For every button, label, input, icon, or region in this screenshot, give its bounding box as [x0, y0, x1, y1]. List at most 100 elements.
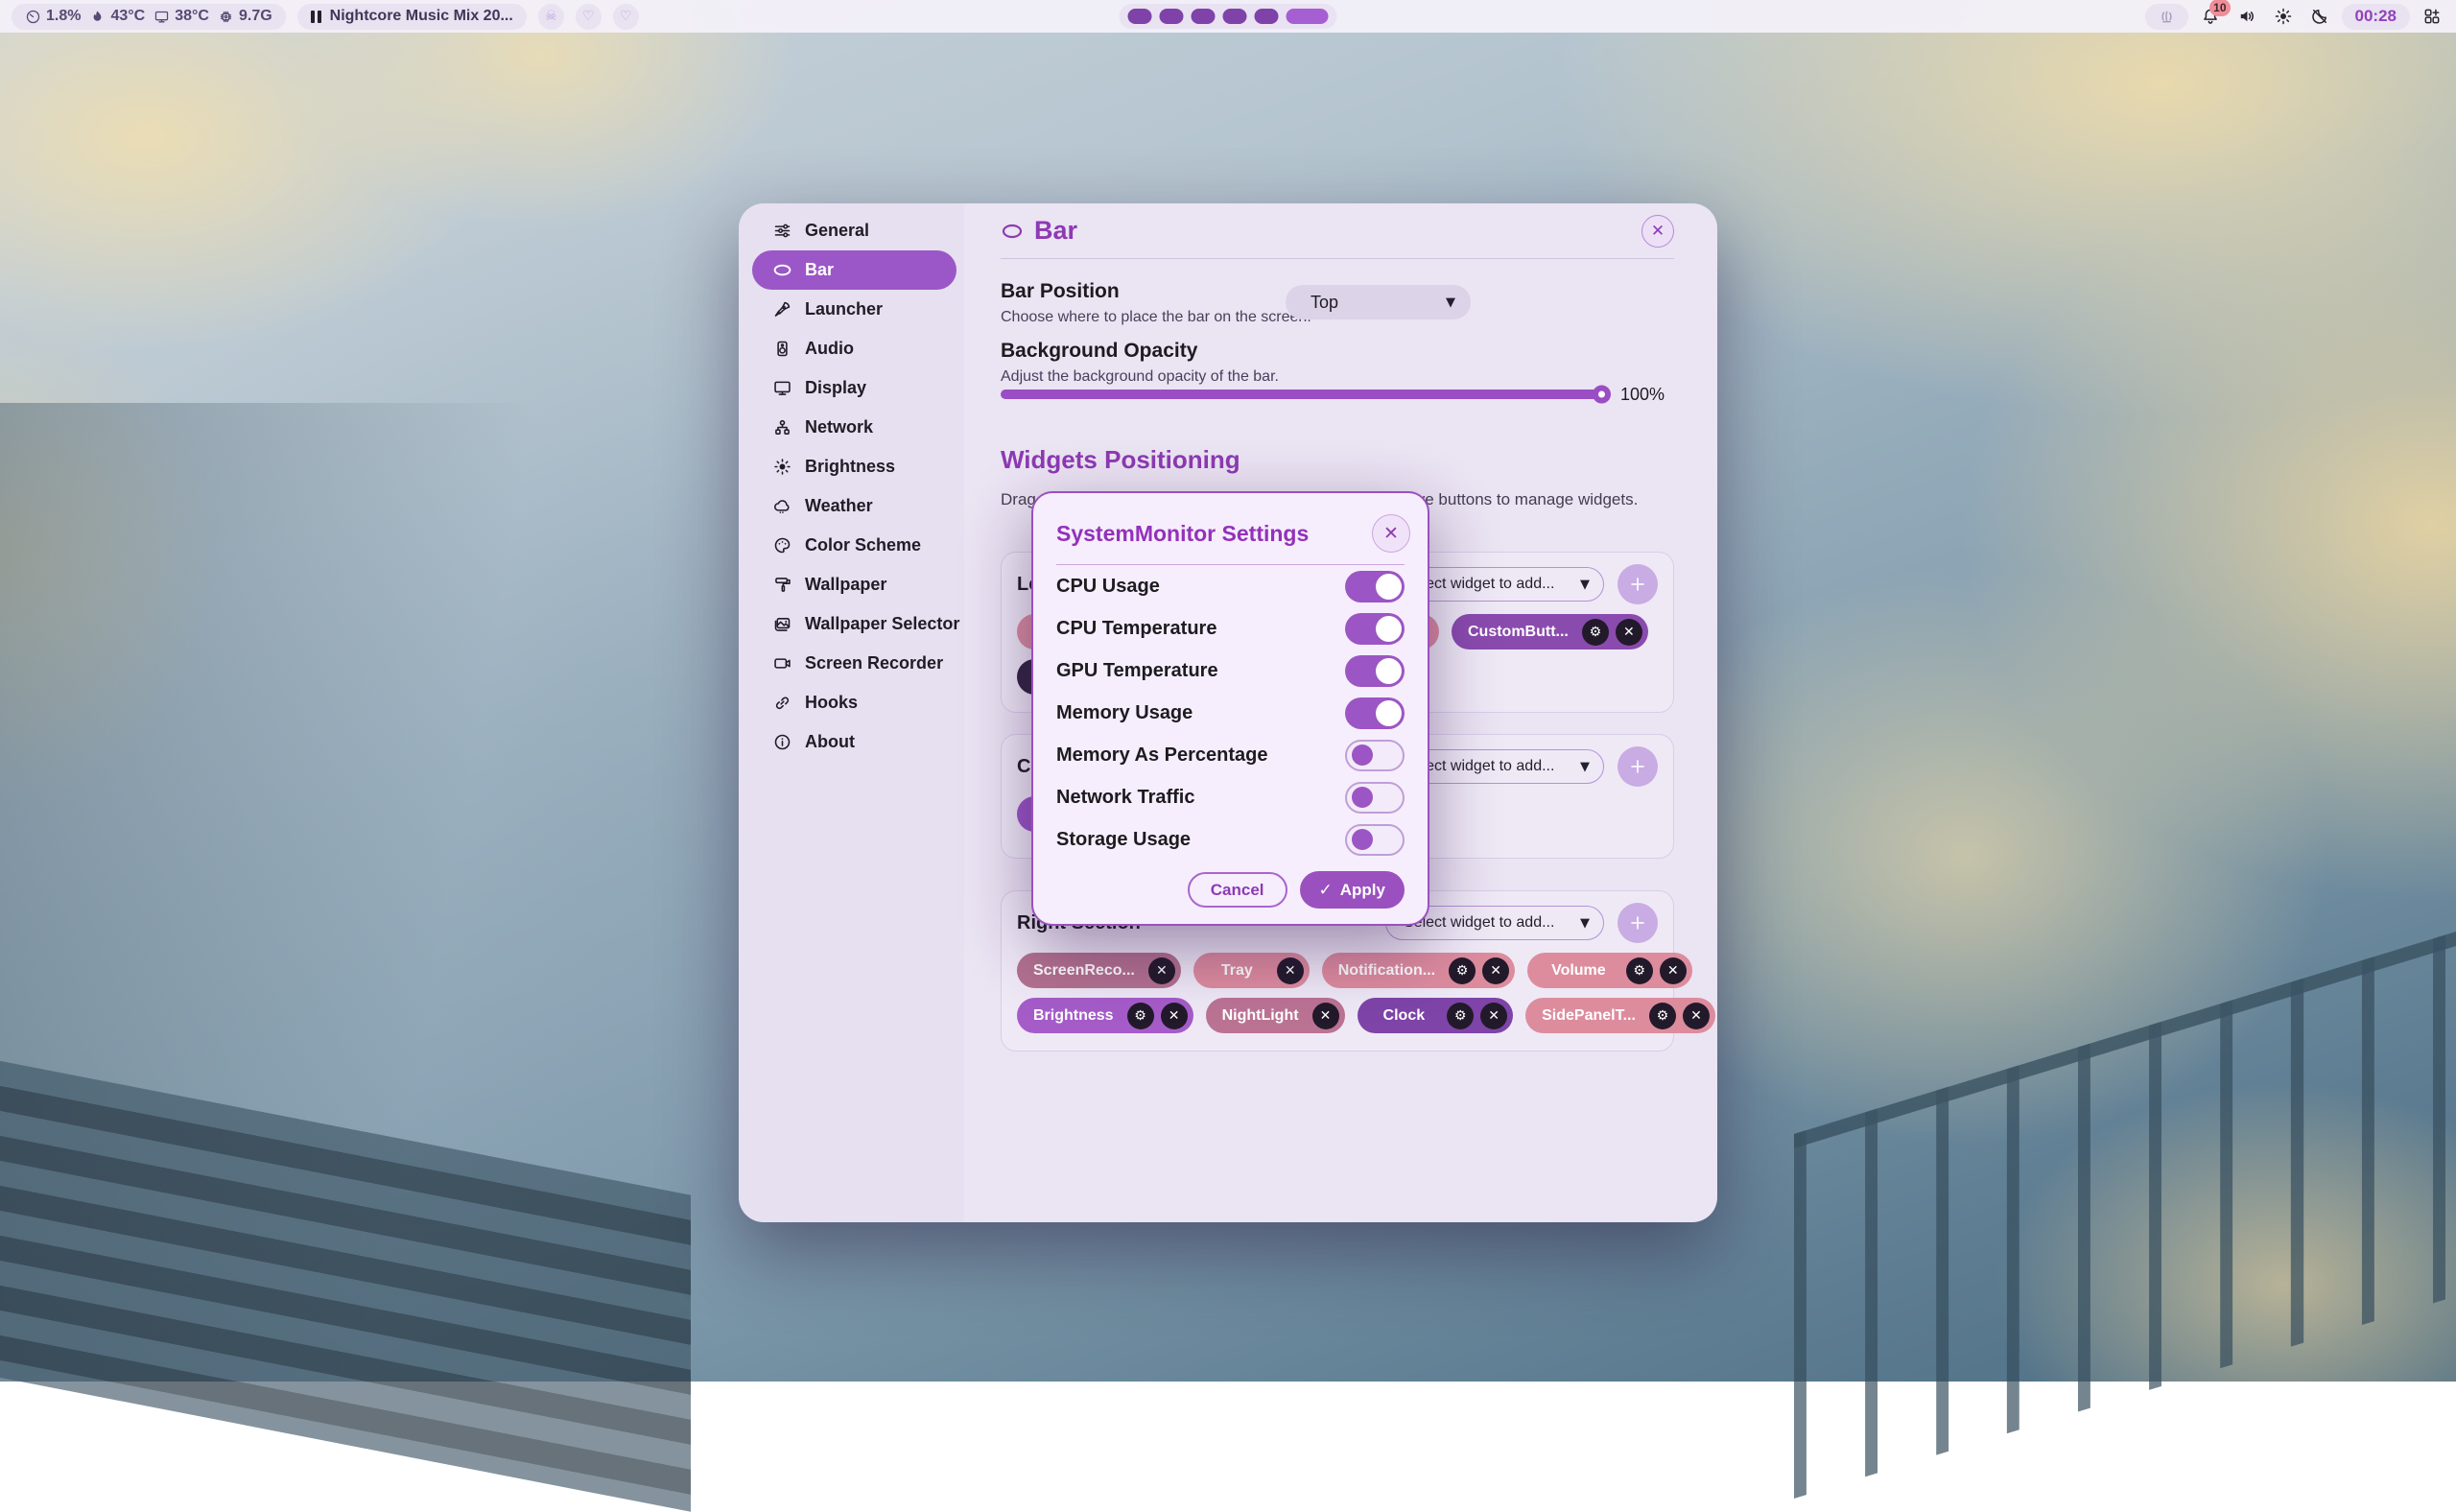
sidebar-item-wallpaper[interactable]: Wallpaper: [739, 565, 964, 604]
widget-chip[interactable]: NightLight ✕: [1206, 998, 1345, 1033]
widget-remove-button[interactable]: ✕: [1277, 957, 1304, 984]
add-widget-button[interactable]: +: [1618, 903, 1658, 943]
add-widget-button[interactable]: +: [1618, 746, 1658, 787]
widget-chip[interactable]: Volume ⚙ ✕: [1527, 953, 1692, 988]
sidebar-item-about[interactable]: About: [739, 722, 964, 762]
storage-usage-toggle[interactable]: [1345, 824, 1405, 856]
widget-settings-button[interactable]: ⚙: [1626, 957, 1653, 984]
toggle-row: CPU Temperature: [1056, 607, 1405, 650]
monitor-icon: [771, 378, 792, 399]
sidebar-item-weather[interactable]: Weather: [739, 486, 964, 526]
widget-remove-button[interactable]: ✕: [1480, 1003, 1507, 1029]
close-icon: ✕: [1320, 1007, 1332, 1024]
widget-settings-button[interactable]: ⚙: [1649, 1003, 1676, 1029]
cpu-temp-stat: 43°C: [89, 8, 145, 25]
settings-close-button[interactable]: ✕: [1641, 215, 1674, 248]
cpu-temperature-toggle[interactable]: [1345, 613, 1405, 645]
widget-chip[interactable]: Clock ⚙ ✕: [1358, 998, 1514, 1033]
widget-settings-button[interactable]: ⚙: [1449, 957, 1476, 984]
brightness-button[interactable]: [2269, 3, 2298, 30]
sidebar-item-screen-recorder[interactable]: Screen Recorder: [739, 644, 964, 683]
modal-actions: Cancel ✓ Apply: [1188, 871, 1405, 909]
tray-app-button[interactable]: [2145, 4, 2188, 30]
system-stats-pill[interactable]: 1.8% 43°C 38°C 9.7G: [12, 4, 286, 30]
sidebar-item-general[interactable]: General: [739, 211, 964, 250]
night-light-button[interactable]: [2305, 3, 2334, 30]
opacity-value: 100%: [1620, 385, 1665, 405]
clock-button[interactable]: 00:28: [2342, 4, 2410, 30]
favorite-button-2[interactable]: ♡: [613, 4, 639, 30]
gear-icon: ⚙: [1590, 625, 1602, 640]
top-bar-right: 10 00:28: [2145, 3, 2446, 30]
network-traffic-toggle[interactable]: [1345, 782, 1405, 814]
sidebar-item-wallpaper-selector[interactable]: Wallpaper Selector: [739, 604, 964, 644]
sidebar-item-display[interactable]: Display: [739, 368, 964, 408]
workspace-dot-4[interactable]: [1223, 9, 1247, 24]
modal-close-button[interactable]: ✕: [1372, 514, 1410, 553]
widget-remove-button[interactable]: ✕: [1660, 957, 1687, 984]
media-player-pill[interactable]: Nightcore Music Mix 20...: [297, 4, 527, 30]
close-icon: ✕: [1667, 962, 1679, 979]
widget-chip[interactable]: CustomButt... ⚙ ✕: [1452, 614, 1648, 650]
widget-remove-button[interactable]: ✕: [1312, 1003, 1339, 1029]
flame-icon: [89, 9, 106, 25]
add-widget-button[interactable]: +: [1618, 564, 1658, 604]
dashboard-button[interactable]: [2418, 3, 2446, 30]
cpu-usage-toggle[interactable]: [1345, 571, 1405, 602]
widget-chip[interactable]: ScreenReco... ✕: [1017, 953, 1181, 988]
close-icon: ✕: [1169, 1007, 1180, 1024]
plus-icon: +: [1630, 572, 1645, 598]
workspace-dot-2[interactable]: [1160, 9, 1184, 24]
video-camera-icon: [771, 653, 792, 674]
toggle-row: Memory As Percentage: [1056, 734, 1405, 776]
workspace-dot-active[interactable]: [1287, 9, 1329, 24]
top-bar: 1.8% 43°C 38°C 9.7G Nightcore Music Mix …: [0, 0, 2456, 33]
widget-settings-button[interactable]: ⚙: [1582, 619, 1609, 646]
workspace-dot-1[interactable]: [1128, 9, 1152, 24]
widget-chip[interactable]: SidePanelT... ⚙ ✕: [1525, 998, 1715, 1033]
widget-remove-button[interactable]: ✕: [1482, 957, 1509, 984]
widget-settings-button[interactable]: ⚙: [1447, 1003, 1474, 1029]
workspace-dot-3[interactable]: [1192, 9, 1216, 24]
widget-remove-button[interactable]: ✕: [1683, 1003, 1710, 1029]
widget-chip[interactable]: Notification... ⚙ ✕: [1322, 953, 1515, 988]
sun-icon: [771, 457, 792, 478]
memory-as-percentage-toggle[interactable]: [1345, 740, 1405, 771]
sidebar-item-color-scheme[interactable]: Color Scheme: [739, 526, 964, 565]
sidebar-item-bar[interactable]: Bar: [752, 250, 956, 290]
memory-usage-toggle[interactable]: [1345, 697, 1405, 729]
widget-chip[interactable]: Tray ✕: [1193, 953, 1310, 988]
sidebar-item-brightness[interactable]: Brightness: [739, 447, 964, 486]
bar-position-dropdown[interactable]: Top ▼: [1286, 285, 1471, 319]
check-icon: ✓: [1319, 881, 1333, 900]
workspace-dot-5[interactable]: [1255, 9, 1279, 24]
sidebar-item-hooks[interactable]: Hooks: [739, 683, 964, 722]
plus-icon: +: [1630, 910, 1645, 936]
cancel-button[interactable]: Cancel: [1188, 872, 1287, 908]
gpu-temperature-toggle[interactable]: [1345, 655, 1405, 687]
skull-icon: ☠: [545, 9, 557, 24]
widget-remove-button[interactable]: ✕: [1161, 1003, 1188, 1029]
pause-icon[interactable]: [311, 11, 321, 23]
sidebar-item-audio[interactable]: Audio: [739, 329, 964, 368]
volume-button[interactable]: [2232, 3, 2261, 30]
widget-settings-button[interactable]: ⚙: [1127, 1003, 1154, 1029]
sidebar-item-launcher[interactable]: Launcher: [739, 290, 964, 329]
widget-remove-button[interactable]: ✕: [1148, 957, 1175, 984]
skull-button[interactable]: ☠: [538, 4, 564, 30]
widget-chip[interactable]: Brightness ⚙ ✕: [1017, 998, 1193, 1033]
pill-icon: [1001, 223, 1024, 240]
apply-button[interactable]: ✓ Apply: [1300, 871, 1405, 909]
close-icon: ✕: [1156, 962, 1168, 979]
palette-icon: [771, 535, 792, 556]
sidebar-item-network[interactable]: Network: [739, 408, 964, 447]
widget-remove-button[interactable]: ✕: [1616, 619, 1642, 646]
network-icon: [771, 417, 792, 438]
favorite-button-1[interactable]: ♡: [576, 4, 602, 30]
toggle-row: GPU Temperature: [1056, 650, 1405, 692]
background-opacity-slider[interactable]: [1001, 390, 1605, 399]
slider-handle[interactable]: [1593, 386, 1611, 404]
bar-position-setting: Bar Position Choose where to place the b…: [1001, 280, 1311, 326]
notifications-button[interactable]: 10: [2196, 3, 2225, 30]
close-icon: ✕: [1623, 624, 1635, 640]
